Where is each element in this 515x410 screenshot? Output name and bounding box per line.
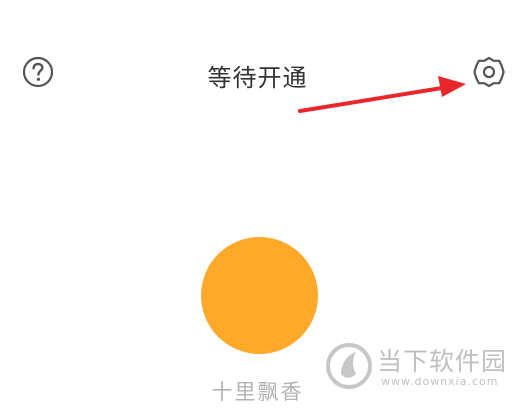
avatar[interactable] <box>201 237 318 354</box>
watermark: 当下软件园 www.downxia.com <box>325 340 510 400</box>
watermark-url: www.downxia.com <box>381 375 499 388</box>
gear-icon <box>473 56 505 88</box>
settings-button[interactable] <box>472 55 506 89</box>
page-title: 等待开通 <box>207 64 308 92</box>
downxia-logo-icon <box>326 343 372 389</box>
watermark-name: 当下软件园 <box>377 347 508 376</box>
app-screen: 等待开通 十里飘香 当下软件园 www.downxia.com <box>0 0 515 410</box>
